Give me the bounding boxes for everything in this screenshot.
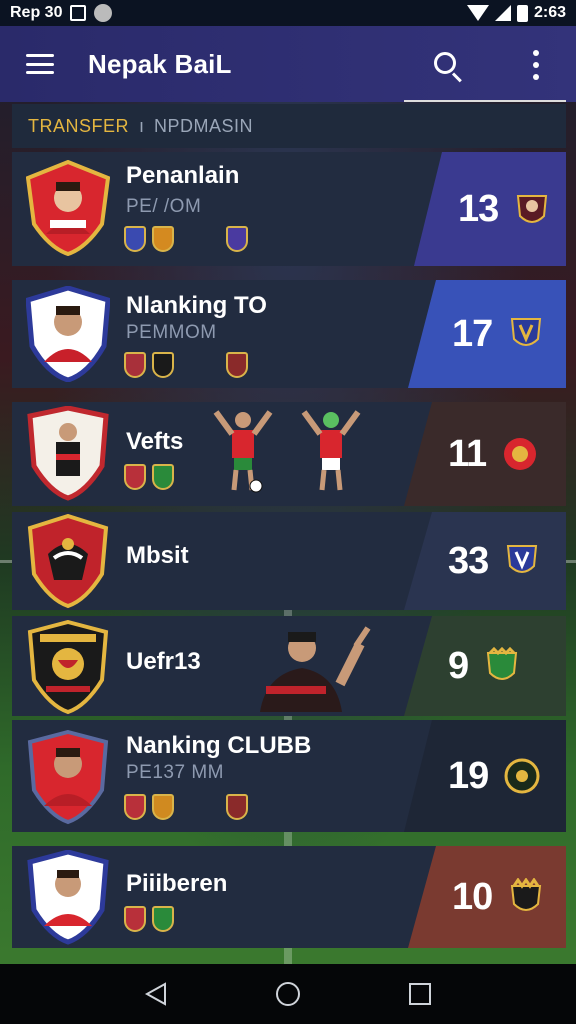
square-recents-icon[interactable] xyxy=(407,981,433,1007)
rank-value: 17 xyxy=(452,312,493,355)
badge-icon xyxy=(226,226,248,252)
list-item[interactable]: Penanlain PE/ /OM 13 xyxy=(12,152,566,266)
badge-row xyxy=(124,226,248,252)
club-subtitle: PEMMOM xyxy=(126,322,217,343)
club-crest-icon xyxy=(26,405,110,502)
club-crest-icon xyxy=(26,729,110,826)
circle-home-icon[interactable] xyxy=(274,980,302,1008)
filter-transfer[interactable]: TRANSFER xyxy=(28,116,129,137)
notification-icon xyxy=(70,5,87,21)
club-name: Penanlain xyxy=(126,162,240,189)
app-title: Nepak BaiL xyxy=(88,48,232,79)
club-name: Mbsit xyxy=(126,542,189,569)
club-name: Nanking CLUBB xyxy=(126,732,312,759)
rank-crest-icon xyxy=(487,647,518,680)
rank-panel: 19 xyxy=(404,720,566,832)
list-item[interactable]: Nlanking TO PEMMOM 17 xyxy=(12,280,566,388)
player-celebrating-icon xyxy=(301,410,361,491)
club-name: Uefr13 xyxy=(126,648,201,675)
rank-value: 19 xyxy=(448,754,489,797)
rank-panel: 9 xyxy=(404,616,566,716)
app-status-icon xyxy=(94,4,113,22)
rank-crest-icon xyxy=(504,758,540,794)
rank-value: 9 xyxy=(448,644,469,687)
badge-icon xyxy=(124,352,146,378)
rank-crest-icon xyxy=(511,318,542,346)
rank-crest-icon xyxy=(511,878,542,911)
search-icon[interactable] xyxy=(430,48,466,84)
rank-panel: 10 xyxy=(408,846,566,948)
badge-row xyxy=(124,794,248,820)
badge-icon xyxy=(124,464,146,490)
filter-bar[interactable]: TRANSFER ı NPDMASIN xyxy=(12,104,566,148)
badge-icon xyxy=(124,906,146,932)
system-nav-bar xyxy=(0,964,576,1024)
player-celebrating-icon xyxy=(213,410,273,493)
club-crest-icon xyxy=(25,285,111,383)
app-bar: Nepak BaiL xyxy=(0,26,576,102)
rank-crest-icon xyxy=(504,438,537,470)
wifi-icon xyxy=(466,5,489,21)
filter-separator: ı xyxy=(139,115,145,136)
badge-row xyxy=(124,906,174,932)
badge-icon xyxy=(152,794,174,820)
tab-indicator xyxy=(404,100,566,102)
badge-icon xyxy=(124,794,146,820)
rank-value: 11 xyxy=(448,432,487,475)
club-name: Piiiberen xyxy=(126,870,228,897)
club-crest-icon xyxy=(26,849,110,946)
more-vert-icon[interactable] xyxy=(528,50,544,80)
list-item[interactable]: Uefr13 9 xyxy=(12,616,566,716)
rank-panel: 13 xyxy=(414,152,566,266)
triangle-back-icon[interactable] xyxy=(143,981,169,1007)
list-item[interactable]: Mbsit 33 xyxy=(12,512,566,610)
badge-icon xyxy=(152,464,174,490)
badge-icon xyxy=(152,906,174,932)
hamburger-icon[interactable] xyxy=(26,54,54,74)
club-name: Vefts xyxy=(126,428,184,455)
badge-row xyxy=(124,464,174,490)
rank-crest-icon xyxy=(517,195,548,223)
club-subtitle: PE/ /OM xyxy=(126,196,202,217)
player-celebrating-icon xyxy=(260,626,371,712)
rank-panel: 17 xyxy=(408,280,566,388)
badge-row xyxy=(124,352,248,378)
club-name: Nlanking TO xyxy=(126,292,267,319)
list-item[interactable]: Nanking CLUBB PE137 MM 19 xyxy=(12,720,566,832)
filter-secondary[interactable]: NPDMASIN xyxy=(154,116,253,137)
rank-crest-icon xyxy=(507,545,538,573)
list-item[interactable]: Vefts 11 xyxy=(12,402,566,506)
status-text: Rep 30 xyxy=(10,4,63,21)
club-crest-icon xyxy=(26,619,110,716)
rank-panel: 33 xyxy=(404,512,566,610)
rank-value: 13 xyxy=(458,187,499,230)
club-crest-icon xyxy=(26,513,110,610)
badge-icon xyxy=(226,794,248,820)
club-crest-icon xyxy=(25,159,111,257)
signal-icon xyxy=(494,5,511,21)
status-time: 2:63 xyxy=(533,4,566,21)
list-item[interactable]: Piiiberen 10 xyxy=(12,846,566,948)
battery-icon xyxy=(516,4,528,22)
club-subtitle: PE137 MM xyxy=(126,762,224,783)
badge-icon xyxy=(152,226,174,252)
badge-icon xyxy=(226,352,248,378)
rank-value: 33 xyxy=(448,539,489,582)
rank-value: 10 xyxy=(452,875,493,918)
rank-panel: 11 xyxy=(404,402,566,506)
badge-icon xyxy=(152,352,174,378)
badge-icon xyxy=(124,226,146,252)
status-bar: Rep 30 2:63 xyxy=(0,0,576,26)
